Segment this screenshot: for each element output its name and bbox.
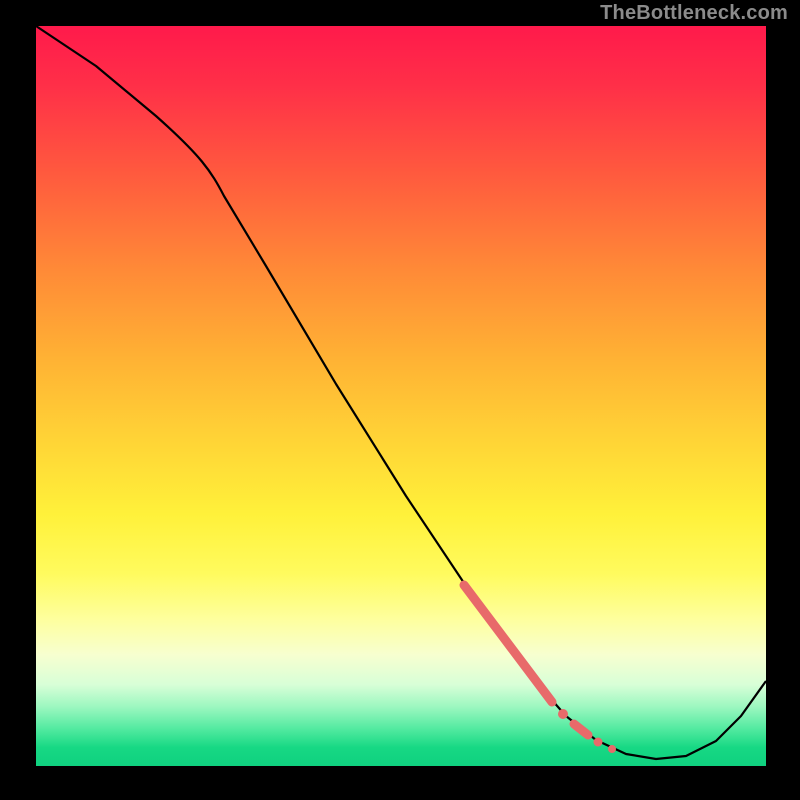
chart-stage: TheBottleneck.com bbox=[0, 0, 800, 800]
highlight-dot-3 bbox=[608, 745, 616, 753]
attribution-text: TheBottleneck.com bbox=[600, 2, 788, 25]
curve-layer bbox=[36, 26, 766, 766]
bottleneck-curve-line bbox=[36, 26, 766, 759]
highlight-dot-1 bbox=[558, 709, 568, 719]
highlight-dot-2 bbox=[594, 738, 603, 747]
plot-area bbox=[36, 26, 766, 766]
highlight-segment-2 bbox=[574, 724, 588, 735]
highlight-segment-1 bbox=[464, 585, 552, 702]
